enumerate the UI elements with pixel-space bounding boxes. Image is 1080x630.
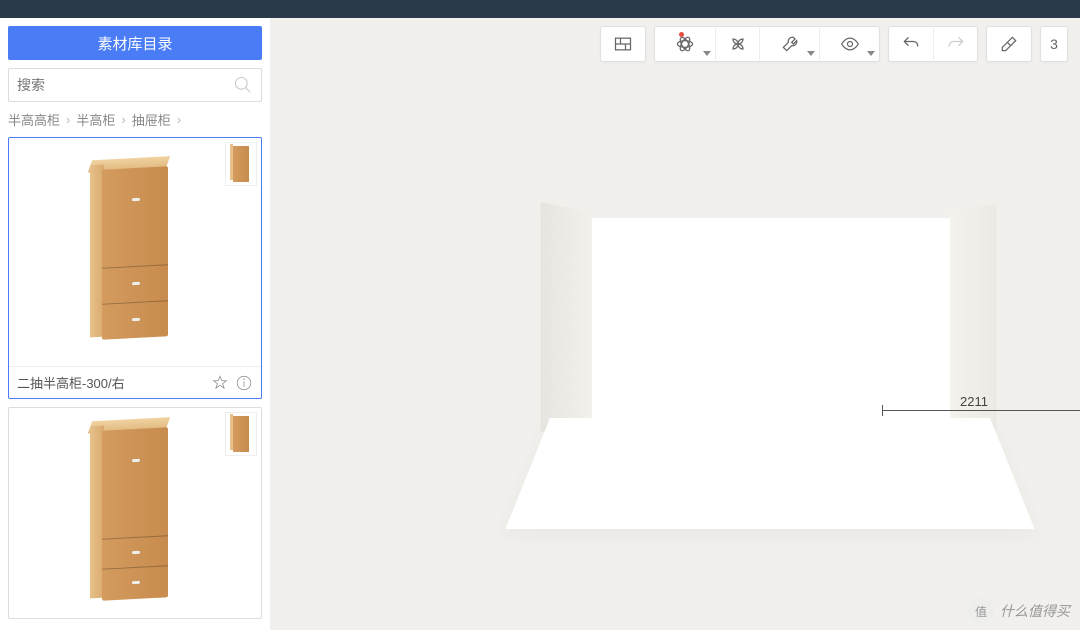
- material-card[interactable]: 二抽半高柜-300/右: [8, 137, 262, 399]
- search-icon[interactable]: [233, 75, 253, 95]
- material-thumbnail[interactable]: [9, 408, 261, 618]
- info-icon[interactable]: [235, 374, 253, 392]
- material-name: 二抽半高柜-300/右: [17, 373, 205, 392]
- material-card[interactable]: [8, 407, 262, 619]
- app-topbar: [0, 0, 1080, 18]
- toolbar-extra-label[interactable]: 3: [1041, 36, 1067, 52]
- eraser-button[interactable]: [987, 26, 1031, 62]
- breadcrumb-item[interactable]: 半高柜: [76, 110, 115, 129]
- breadcrumb-item[interactable]: 抽屉柜: [132, 110, 171, 129]
- watermark-badge-icon: 值: [968, 598, 994, 624]
- fan-tool-button[interactable]: [715, 26, 759, 62]
- chevron-down-icon: [867, 51, 875, 56]
- chevron-right-icon: ›: [177, 112, 181, 127]
- eraser-icon: [999, 34, 1019, 54]
- fan-icon: [728, 34, 748, 54]
- canvas-toolbar: 3: [600, 26, 1068, 62]
- notification-dot-icon: [679, 32, 684, 37]
- design-canvas[interactable]: 3 1400 2211 49 100: [270, 18, 1080, 630]
- redo-icon: [946, 34, 966, 54]
- eye-icon: [840, 34, 860, 54]
- redo-button[interactable]: [933, 26, 977, 62]
- sidebar: 素材库目录 半高高柜 › 半高柜 › 抽屉柜 ›: [0, 18, 270, 630]
- floor: [505, 418, 1034, 529]
- favorite-icon[interactable]: [211, 374, 229, 392]
- watermark: 值 什么值得买: [968, 598, 1070, 624]
- cabinet-icon: [90, 417, 180, 610]
- atom-icon: [675, 34, 695, 54]
- material-variant-thumb[interactable]: [225, 412, 257, 456]
- wall-back: [590, 218, 950, 422]
- chevron-right-icon: ›: [66, 112, 70, 127]
- material-thumbnail[interactable]: [9, 138, 261, 366]
- search-input[interactable]: [17, 77, 233, 93]
- chevron-right-icon: ›: [121, 112, 125, 127]
- dimension-horizontal-line: [882, 410, 1080, 411]
- room-3d-view[interactable]: 1400 2211 49 100: [550, 218, 990, 568]
- watermark-text: 什么值得买: [1000, 601, 1070, 621]
- atom-tool-button[interactable]: [655, 26, 715, 62]
- breadcrumb-item[interactable]: 半高高柜: [8, 110, 60, 129]
- chevron-down-icon: [807, 51, 815, 56]
- undo-button[interactable]: [889, 26, 933, 62]
- view-tool-button[interactable]: [819, 26, 879, 62]
- cabinet-icon: [90, 156, 180, 349]
- material-variant-thumb[interactable]: [225, 142, 257, 186]
- wrench-tool-button[interactable]: [759, 26, 819, 62]
- dimension-horizontal-value: 2211: [960, 394, 988, 409]
- wall-tool-button[interactable]: [601, 26, 645, 62]
- wrench-icon: [780, 34, 800, 54]
- undo-icon: [901, 34, 921, 54]
- chevron-down-icon: [703, 51, 711, 56]
- breadcrumb: 半高高柜 › 半高柜 › 抽屉柜 ›: [8, 110, 262, 129]
- wall-left: [541, 202, 592, 432]
- search-field[interactable]: [8, 68, 262, 102]
- material-list: 二抽半高柜-300/右: [0, 137, 270, 630]
- catalog-button[interactable]: 素材库目录: [8, 26, 262, 60]
- wall-icon: [613, 34, 633, 54]
